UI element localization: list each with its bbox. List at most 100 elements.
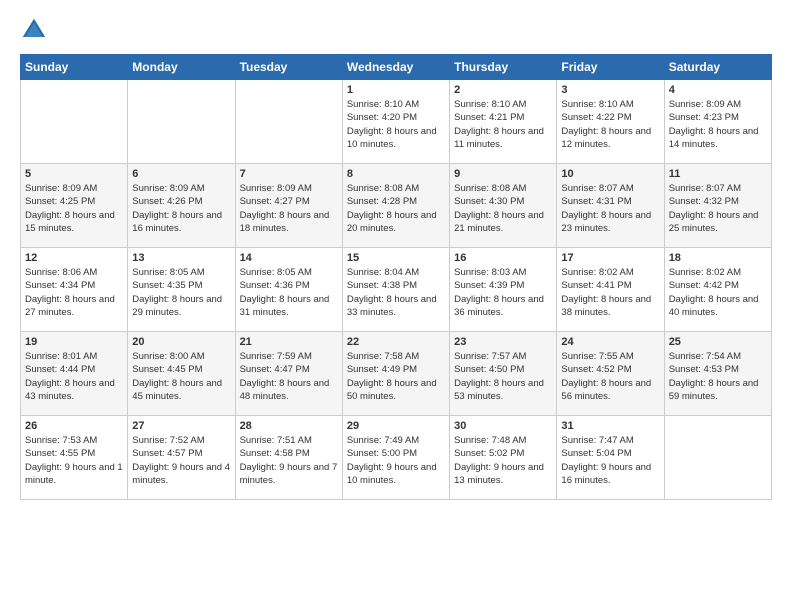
day-number: 3 — [561, 84, 659, 96]
day-number: 22 — [347, 336, 445, 348]
day-info: Sunrise: 8:05 AM Sunset: 4:35 PM Dayligh… — [132, 266, 230, 319]
day-number: 28 — [240, 420, 338, 432]
day-of-week-header: Saturday — [664, 55, 771, 80]
day-number: 8 — [347, 168, 445, 180]
day-number: 1 — [347, 84, 445, 96]
logo — [20, 16, 52, 44]
day-info: Sunrise: 8:08 AM Sunset: 4:30 PM Dayligh… — [454, 182, 552, 235]
calendar-cell: 19 Sunrise: 8:01 AM Sunset: 4:44 PM Dayli… — [21, 332, 128, 416]
calendar-cell: 13Sunrise: 8:05 AM Sunset: 4:35 PM Dayli… — [128, 248, 235, 332]
day-info: Sunrise: 7:59 AM Sunset: 4:47 PM Dayligh… — [240, 350, 338, 403]
calendar-cell: 12Sunrise: 8:06 AM Sunset: 4:34 PM Dayli… — [21, 248, 128, 332]
calendar-cell: 27 Sunrise: 7:52 AM Sunset: 4:57 PM Dayli… — [128, 416, 235, 500]
day-info: Sunrise: 7:53 AM Sunset: 4:55 PM Dayligh… — [25, 434, 123, 487]
calendar-cell: 30 Sunrise: 7:48 AM Sunset: 5:02 PM Dayli… — [450, 416, 557, 500]
day-number: 30 — [454, 420, 552, 432]
calendar-cell — [128, 80, 235, 164]
calendar-cell: 8 Sunrise: 8:08 AM Sunset: 4:28 PM Daylig… — [342, 164, 449, 248]
day-number: 17 — [561, 252, 659, 264]
calendar-cell: 3 Sunrise: 8:10 AM Sunset: 4:22 PM Daylig… — [557, 80, 664, 164]
calendar-cell: 1 Sunrise: 8:10 AM Sunset: 4:20 PM Daylig… — [342, 80, 449, 164]
day-info: Sunrise: 7:54 AM Sunset: 4:53 PM Dayligh… — [669, 350, 767, 403]
calendar-cell: 9 Sunrise: 8:08 AM Sunset: 4:30 PM Daylig… — [450, 164, 557, 248]
day-info: Sunrise: 7:51 AM Sunset: 4:58 PM Dayligh… — [240, 434, 338, 487]
calendar-cell: 18 Sunrise: 8:02 AM Sunset: 4:42 PM Dayli… — [664, 248, 771, 332]
calendar-cell: 25 Sunrise: 7:54 AM Sunset: 4:53 PM Dayli… — [664, 332, 771, 416]
calendar-cell: 20 Sunrise: 8:00 AM Sunset: 4:45 PM Dayli… — [128, 332, 235, 416]
day-info: Sunrise: 7:48 AM Sunset: 5:02 PM Dayligh… — [454, 434, 552, 487]
day-info: Sunrise: 8:09 AM Sunset: 4:25 PM Dayligh… — [25, 182, 123, 235]
day-of-week-header: Sunday — [21, 55, 128, 80]
calendar-cell — [235, 80, 342, 164]
day-of-week-header: Wednesday — [342, 55, 449, 80]
day-number: 6 — [132, 168, 230, 180]
day-info: Sunrise: 8:05 AM Sunset: 4:36 PM Dayligh… — [240, 266, 338, 319]
day-info: Sunrise: 8:07 AM Sunset: 4:32 PM Dayligh… — [669, 182, 767, 235]
day-info: Sunrise: 7:58 AM Sunset: 4:49 PM Dayligh… — [347, 350, 445, 403]
day-number: 18 — [669, 252, 767, 264]
calendar-cell: 28 Sunrise: 7:51 AM Sunset: 4:58 PM Dayli… — [235, 416, 342, 500]
day-number: 31 — [561, 420, 659, 432]
day-info: Sunrise: 8:01 AM Sunset: 4:44 PM Dayligh… — [25, 350, 123, 403]
day-info: Sunrise: 7:52 AM Sunset: 4:57 PM Dayligh… — [132, 434, 230, 487]
day-number: 7 — [240, 168, 338, 180]
day-info: Sunrise: 8:10 AM Sunset: 4:20 PM Dayligh… — [347, 98, 445, 151]
calendar-week-row: 19 Sunrise: 8:01 AM Sunset: 4:44 PM Dayli… — [21, 332, 772, 416]
day-info: Sunrise: 7:49 AM Sunset: 5:00 PM Dayligh… — [347, 434, 445, 487]
day-info: Sunrise: 8:02 AM Sunset: 4:41 PM Dayligh… — [561, 266, 659, 319]
calendar-week-row: 12Sunrise: 8:06 AM Sunset: 4:34 PM Dayli… — [21, 248, 772, 332]
day-number: 14 — [240, 252, 338, 264]
calendar-cell: 22 Sunrise: 7:58 AM Sunset: 4:49 PM Dayli… — [342, 332, 449, 416]
day-number: 29 — [347, 420, 445, 432]
calendar-cell: 5 Sunrise: 8:09 AM Sunset: 4:25 PM Daylig… — [21, 164, 128, 248]
day-info: Sunrise: 8:07 AM Sunset: 4:31 PM Dayligh… — [561, 182, 659, 235]
day-number: 11 — [669, 168, 767, 180]
day-number: 25 — [669, 336, 767, 348]
calendar-cell: 24 Sunrise: 7:55 AM Sunset: 4:52 PM Dayli… — [557, 332, 664, 416]
calendar-week-row: 26 Sunrise: 7:53 AM Sunset: 4:55 PM Dayli… — [21, 416, 772, 500]
day-number: 24 — [561, 336, 659, 348]
calendar-cell: 10Sunrise: 8:07 AM Sunset: 4:31 PM Dayli… — [557, 164, 664, 248]
page-header — [20, 16, 772, 44]
day-of-week-header: Monday — [128, 55, 235, 80]
calendar-cell: 26 Sunrise: 7:53 AM Sunset: 4:55 PM Dayli… — [21, 416, 128, 500]
calendar-header-row: SundayMondayTuesdayWednesdayThursdayFrid… — [21, 55, 772, 80]
day-number: 5 — [25, 168, 123, 180]
day-number: 19 — [25, 336, 123, 348]
calendar-cell: 15Sunrise: 8:04 AM Sunset: 4:38 PM Dayli… — [342, 248, 449, 332]
day-number: 20 — [132, 336, 230, 348]
day-info: Sunrise: 8:04 AM Sunset: 4:38 PM Dayligh… — [347, 266, 445, 319]
day-info: Sunrise: 8:02 AM Sunset: 4:42 PM Dayligh… — [669, 266, 767, 319]
day-info: Sunrise: 7:47 AM Sunset: 5:04 PM Dayligh… — [561, 434, 659, 487]
day-number: 27 — [132, 420, 230, 432]
day-number: 26 — [25, 420, 123, 432]
calendar-cell: 21 Sunrise: 7:59 AM Sunset: 4:47 PM Dayli… — [235, 332, 342, 416]
day-info: Sunrise: 8:00 AM Sunset: 4:45 PM Dayligh… — [132, 350, 230, 403]
calendar-cell: 29 Sunrise: 7:49 AM Sunset: 5:00 PM Dayli… — [342, 416, 449, 500]
day-info: Sunrise: 8:10 AM Sunset: 4:21 PM Dayligh… — [454, 98, 552, 151]
calendar-cell: 6Sunrise: 8:09 AM Sunset: 4:26 PM Daylig… — [128, 164, 235, 248]
day-number: 21 — [240, 336, 338, 348]
day-info: Sunrise: 8:08 AM Sunset: 4:28 PM Dayligh… — [347, 182, 445, 235]
day-number: 23 — [454, 336, 552, 348]
calendar-cell: 16 Sunrise: 8:03 AM Sunset: 4:39 PM Dayli… — [450, 248, 557, 332]
day-number: 16 — [454, 252, 552, 264]
day-info: Sunrise: 7:57 AM Sunset: 4:50 PM Dayligh… — [454, 350, 552, 403]
day-of-week-header: Tuesday — [235, 55, 342, 80]
calendar-cell: 31 Sunrise: 7:47 AM Sunset: 5:04 PM Dayli… — [557, 416, 664, 500]
day-info: Sunrise: 7:55 AM Sunset: 4:52 PM Dayligh… — [561, 350, 659, 403]
logo-icon — [20, 16, 48, 44]
calendar-cell: 11 Sunrise: 8:07 AM Sunset: 4:32 PM Dayli… — [664, 164, 771, 248]
calendar-cell: 7 Sunrise: 8:09 AM Sunset: 4:27 PM Daylig… — [235, 164, 342, 248]
day-info: Sunrise: 8:09 AM Sunset: 4:27 PM Dayligh… — [240, 182, 338, 235]
day-number: 9 — [454, 168, 552, 180]
day-info: Sunrise: 8:10 AM Sunset: 4:22 PM Dayligh… — [561, 98, 659, 151]
calendar-cell — [21, 80, 128, 164]
day-of-week-header: Friday — [557, 55, 664, 80]
day-number: 2 — [454, 84, 552, 96]
calendar-week-row: 1 Sunrise: 8:10 AM Sunset: 4:20 PM Daylig… — [21, 80, 772, 164]
calendar-cell: 4Sunrise: 8:09 AM Sunset: 4:23 PM Daylig… — [664, 80, 771, 164]
day-info: Sunrise: 8:03 AM Sunset: 4:39 PM Dayligh… — [454, 266, 552, 319]
calendar-cell: 2 Sunrise: 8:10 AM Sunset: 4:21 PM Daylig… — [450, 80, 557, 164]
calendar-cell: 17 Sunrise: 8:02 AM Sunset: 4:41 PM Dayli… — [557, 248, 664, 332]
